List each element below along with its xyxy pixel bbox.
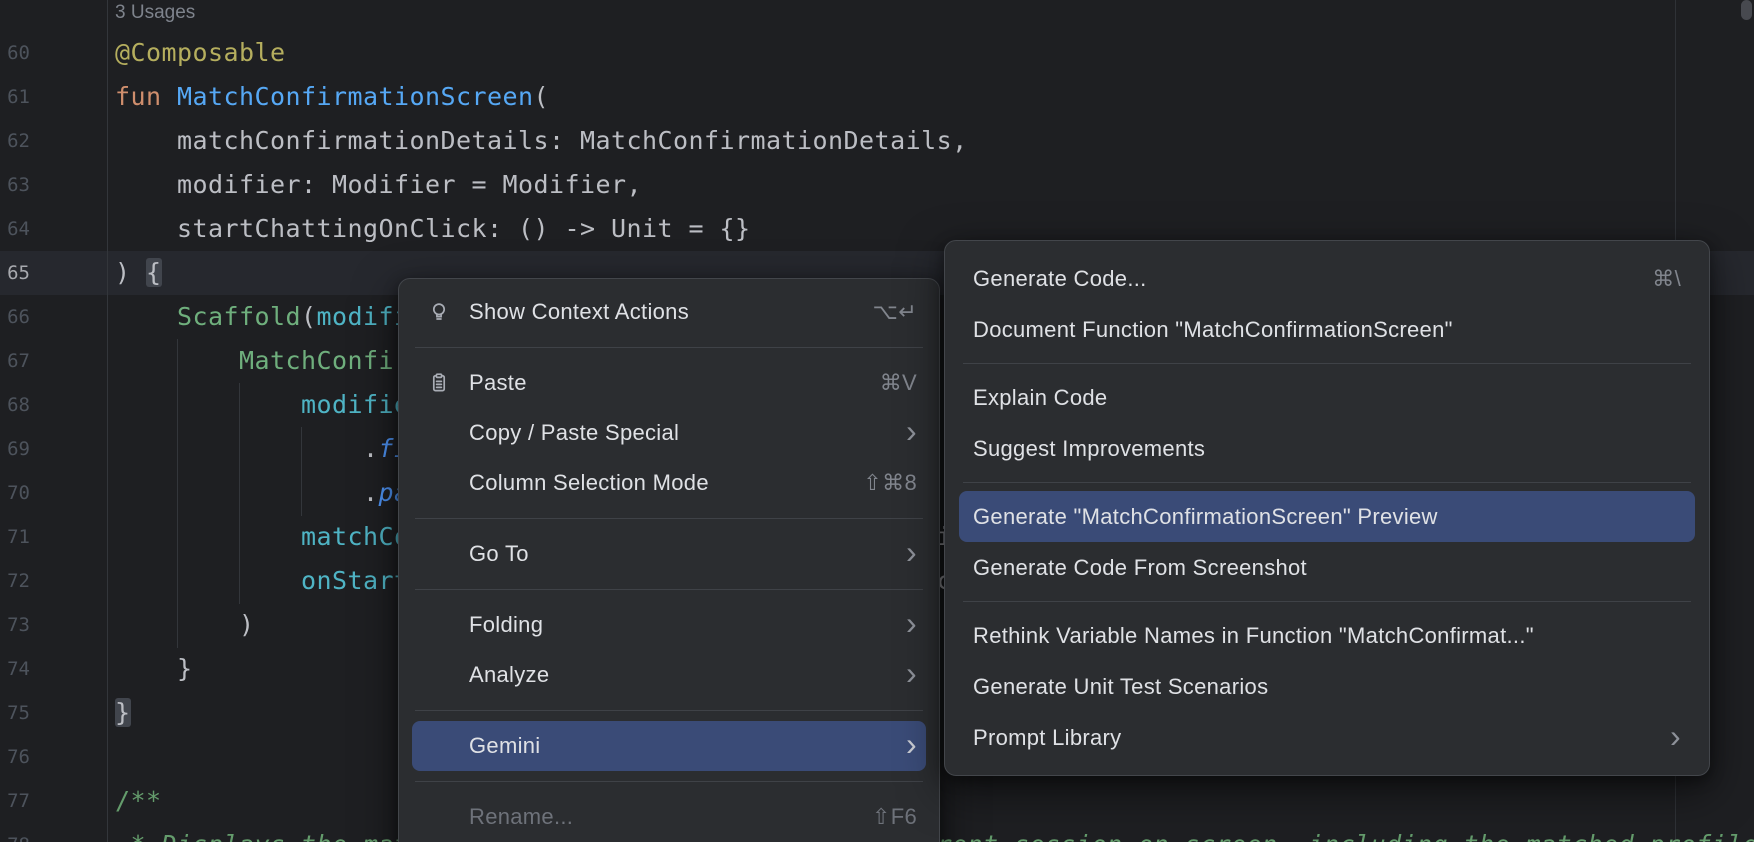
line-number: 77 bbox=[0, 779, 30, 823]
code-line-63: 63 modifier: Modifier = Modifier, bbox=[0, 163, 1754, 207]
menu-item-label: Generate Unit Test Scenarios bbox=[973, 674, 1681, 700]
line-number: 73 bbox=[0, 603, 30, 647]
code-text: ) { bbox=[115, 251, 162, 295]
menu-item-label: Analyze bbox=[469, 662, 886, 688]
line-number: 74 bbox=[0, 647, 30, 691]
menu-item-label: Show Context Actions bbox=[469, 299, 853, 325]
submenu-arrow-icon: › bbox=[906, 607, 917, 639]
line-number: 72 bbox=[0, 559, 30, 603]
menu-item-rethink-variable-names-in-function-matchconfirmat[interactable]: Rethink Variable Names in Function "Matc… bbox=[945, 610, 1709, 661]
menu-item-label: Generate Code... bbox=[973, 266, 1632, 292]
gemini-submenu: Generate Code... ⌘\ Document Function "Mat… bbox=[944, 240, 1710, 776]
menu-item-label: Paste bbox=[469, 370, 860, 396]
menu-item-label: Suggest Improvements bbox=[973, 436, 1681, 462]
line-number: 63 bbox=[0, 163, 30, 207]
shortcut-hint: ⌘\ bbox=[1652, 266, 1681, 292]
menu-item-column-selection-mode[interactable]: Column Selection Mode ⇧⌘8 bbox=[399, 458, 939, 508]
menu-separator bbox=[963, 601, 1691, 602]
menu-item-label: Generate "MatchConfirmationScreen" Previ… bbox=[973, 504, 1681, 530]
code-text: matchConfirmationDetails: MatchConfirmat… bbox=[115, 119, 968, 163]
code-line-62: 62 matchConfirmationDetails: MatchConfir… bbox=[0, 119, 1754, 163]
shortcut-hint: ⌥↵ bbox=[873, 299, 917, 325]
menu-item-gemini[interactable]: Gemini › bbox=[412, 721, 926, 771]
menu-item-label: Rethink Variable Names in Function "Matc… bbox=[973, 623, 1681, 649]
menu-item-label: Explain Code bbox=[973, 385, 1681, 411]
menu-item-rename[interactable]: Rename... ⇧F6 bbox=[399, 792, 939, 842]
submenu-arrow-icon: › bbox=[906, 728, 917, 760]
line-number: 71 bbox=[0, 515, 30, 559]
menu-item-label: Generate Code From Screenshot bbox=[973, 555, 1681, 581]
submenu-arrow-icon: › bbox=[1670, 720, 1681, 752]
code-text: fun MatchConfirmationScreen( bbox=[115, 75, 549, 119]
submenu-arrow-icon: › bbox=[906, 536, 917, 568]
clipboard-icon bbox=[427, 371, 451, 395]
line-number: 67 bbox=[0, 339, 30, 383]
line-number: 62 bbox=[0, 119, 30, 163]
line-number: 61 bbox=[0, 75, 30, 119]
line-number: 76 bbox=[0, 735, 30, 779]
menu-item-generate-matchconfirmationscreen-preview[interactable]: Generate "MatchConfirmationScreen" Previ… bbox=[959, 491, 1695, 542]
submenu-arrow-icon: › bbox=[906, 657, 917, 689]
menu-item-label: Copy / Paste Special bbox=[469, 420, 886, 446]
menu-item-paste[interactable]: Paste ⌘V bbox=[399, 358, 939, 408]
menu-item-show-context-actions[interactable]: Show Context Actions ⌥↵ bbox=[399, 287, 939, 337]
menu-item-label: Folding bbox=[469, 612, 886, 638]
shortcut-hint: ⇧⌘8 bbox=[863, 470, 917, 496]
menu-item-generate-code-from-screenshot[interactable]: Generate Code From Screenshot bbox=[945, 542, 1709, 593]
menu-item-label: Column Selection Mode bbox=[469, 470, 843, 496]
code-line-60: 60 @Composable bbox=[0, 31, 1754, 75]
shortcut-hint: ⇧F6 bbox=[872, 804, 917, 830]
scrollbar-thumb[interactable] bbox=[1741, 0, 1752, 20]
menu-item-suggest-improvements[interactable]: Suggest Improvements bbox=[945, 423, 1709, 474]
ide-window: 3 Usages 60 @Composable 61 fun MatchConfirm… bbox=[0, 0, 1754, 842]
code-text: ) bbox=[115, 603, 255, 647]
menu-separator bbox=[963, 482, 1691, 483]
line-number: 70 bbox=[0, 471, 30, 515]
code-text: modifier: Modifier = Modifier, bbox=[115, 163, 642, 207]
code-text: @Composable bbox=[115, 31, 286, 75]
menu-item-copy-paste-special[interactable]: Copy / Paste Special › bbox=[399, 408, 939, 458]
menu-item-prompt-library[interactable]: Prompt Library › bbox=[945, 712, 1709, 763]
lightbulb-icon bbox=[427, 300, 451, 324]
menu-item-folding[interactable]: Folding › bbox=[399, 600, 939, 650]
menu-separator bbox=[415, 589, 923, 590]
submenu-arrow-icon: › bbox=[906, 415, 917, 447]
code-text: /** bbox=[115, 779, 162, 823]
menu-item-label: Prompt Library bbox=[973, 725, 1650, 751]
code-text: } bbox=[115, 691, 131, 735]
menu-separator bbox=[415, 781, 923, 782]
menu-item-label: Document Function "MatchConfirmationScre… bbox=[973, 317, 1681, 343]
menu-separator bbox=[963, 363, 1691, 364]
line-number: 78 bbox=[0, 823, 30, 842]
menu-item-go-to[interactable]: Go To › bbox=[399, 529, 939, 579]
menu-item-label: Gemini bbox=[469, 733, 886, 759]
line-number: 66 bbox=[0, 295, 30, 339]
menu-separator bbox=[415, 518, 923, 519]
code-text: startChattingOnClick: () -> Unit = {} bbox=[115, 207, 751, 251]
menu-item-explain-code[interactable]: Explain Code bbox=[945, 372, 1709, 423]
line-number: 60 bbox=[0, 31, 30, 75]
shortcut-hint: ⌘V bbox=[880, 370, 917, 396]
menu-item-analyze[interactable]: Analyze › bbox=[399, 650, 939, 700]
code-line-61: 61 fun MatchConfirmationScreen( bbox=[0, 75, 1754, 119]
editor-context-menu: Show Context Actions ⌥↵ Paste ⌘V Copy / Past… bbox=[398, 278, 940, 842]
menu-item-generate-code[interactable]: Generate Code... ⌘\ bbox=[945, 253, 1709, 304]
menu-item-label: Rename... bbox=[469, 804, 852, 830]
line-number: 65 bbox=[0, 251, 30, 295]
menu-separator bbox=[415, 347, 923, 348]
code-text: } bbox=[115, 647, 193, 691]
menu-separator bbox=[415, 710, 923, 711]
line-number: 64 bbox=[0, 207, 30, 251]
menu-item-document-function-matchconfirmationscreen[interactable]: Document Function "MatchConfirmationScre… bbox=[945, 304, 1709, 355]
line-number: 69 bbox=[0, 427, 30, 471]
menu-item-label: Go To bbox=[469, 541, 886, 567]
usages-hint[interactable]: 3 Usages bbox=[115, 0, 195, 26]
line-number: 68 bbox=[0, 383, 30, 427]
menu-item-generate-unit-test-scenarios[interactable]: Generate Unit Test Scenarios bbox=[945, 661, 1709, 712]
line-number: 75 bbox=[0, 691, 30, 735]
